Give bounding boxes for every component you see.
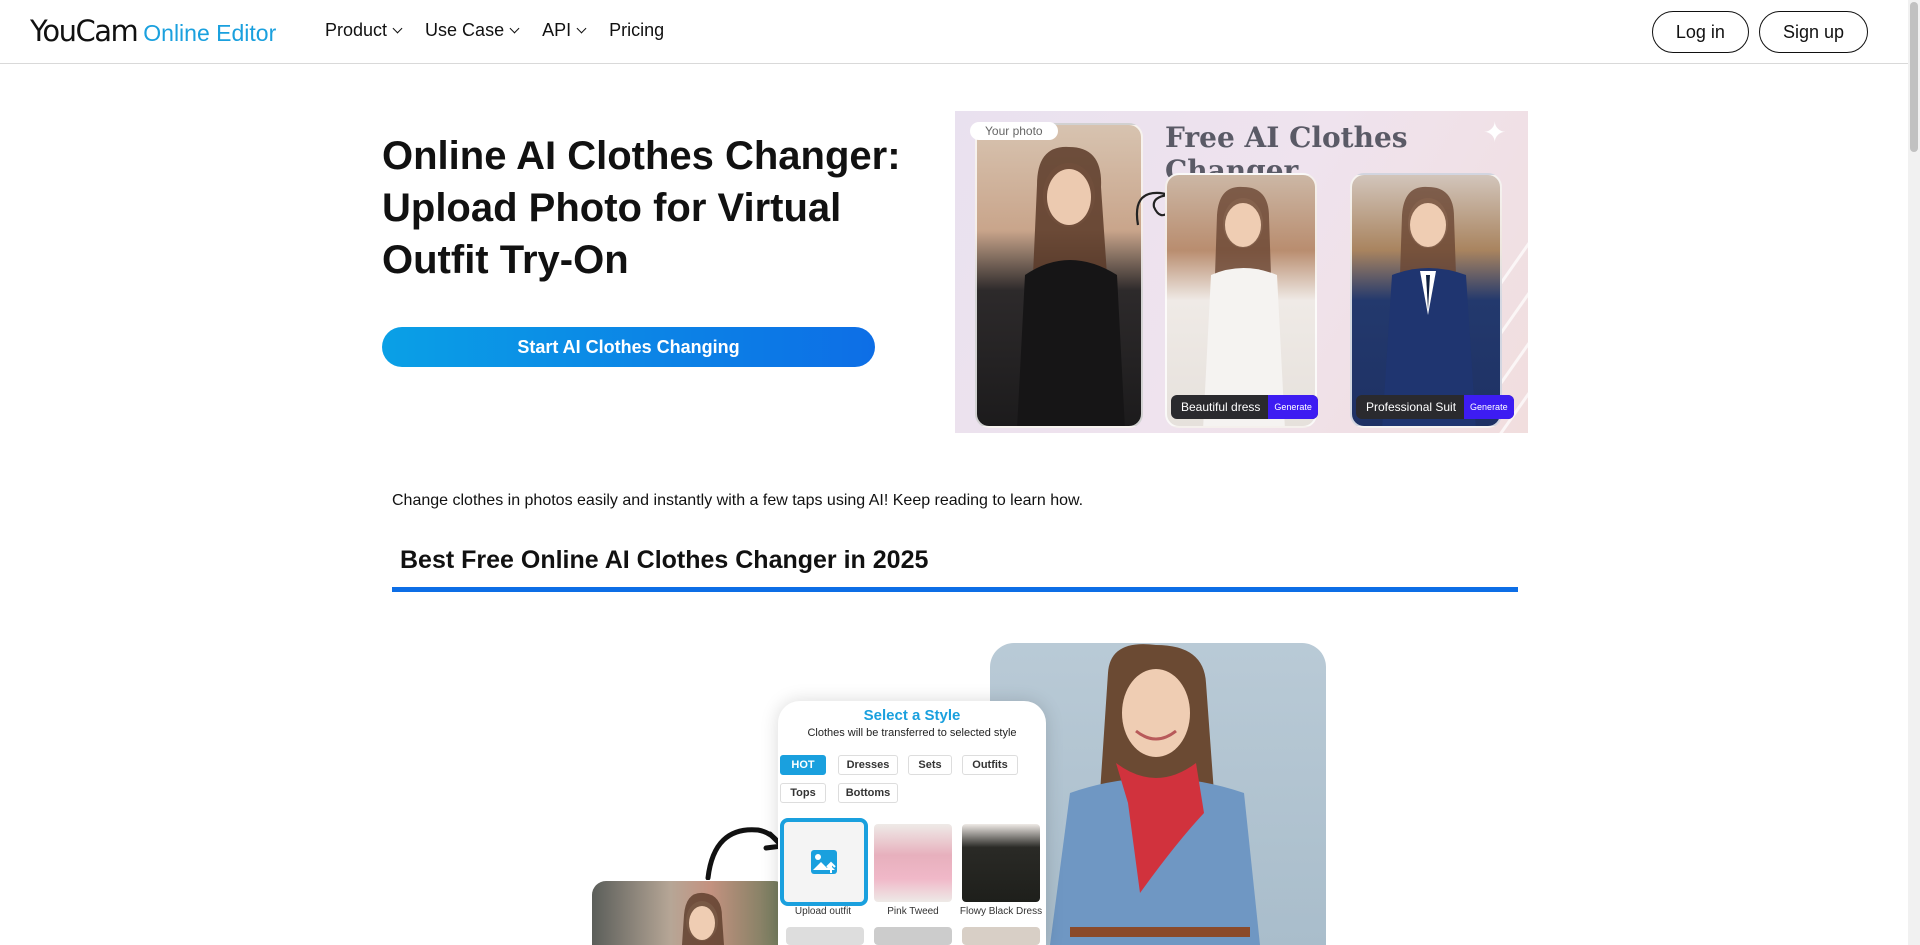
outfit-tile [962, 927, 1040, 945]
signup-button[interactable]: Sign up [1758, 11, 1868, 53]
pink-tweed-caption: Pink Tweed [887, 906, 939, 917]
curved-arrow-icon [705, 827, 785, 880]
upload-outfit-caption: Upload outfit [794, 906, 852, 917]
outfit-tile [874, 927, 952, 945]
category-chip-sets: Sets [908, 755, 952, 775]
nav-product[interactable]: Product [325, 20, 403, 41]
generate-suit-button: Generate [1464, 395, 1514, 419]
site-logo[interactable]: YouCam Online Editor [30, 14, 276, 48]
image-upload-icon [811, 850, 837, 874]
scrollbar-thumb[interactable] [1910, 2, 1918, 152]
upload-outfit-tile [780, 818, 868, 906]
section-underline [392, 587, 1518, 592]
chevron-down-icon [576, 23, 587, 34]
category-chip-dresses: Dresses [838, 755, 898, 775]
site-header: YouCam Online Editor Product Use Case AP… [0, 0, 1908, 64]
style-selector-panel: Select a Style Clothes will be transferr… [778, 701, 1046, 945]
hero-banner-image: Free AI Clothes Changer ✦ Your photo Bea… [955, 111, 1528, 433]
chevron-down-icon [392, 23, 403, 34]
result-suit-label: Professional Suit Generate [1356, 395, 1514, 419]
nav-pricing-label: Pricing [609, 20, 665, 40]
nav-pricing[interactable]: Pricing [609, 20, 664, 41]
auth-buttons: Log in Sign up [1651, 11, 1868, 53]
nav-use-case[interactable]: Use Case [425, 20, 520, 41]
chevron-down-icon [509, 23, 520, 34]
section-title: Best Free Online AI Clothes Changer in 2… [400, 546, 929, 574]
original-photo [975, 123, 1143, 428]
category-chip-outfits: Outfits [962, 755, 1018, 775]
logo-wordmark: YouCam [30, 14, 139, 48]
logo-subtitle: Online Editor [143, 20, 277, 46]
result-dress-name: Beautiful dress [1181, 400, 1261, 414]
style-selector-subtitle: Clothes will be transferred to selected … [807, 727, 1017, 739]
category-chip-tops: Tops [780, 783, 826, 803]
nav-api-label: API [542, 20, 572, 40]
sparkle-icon: ✦ [1483, 117, 1507, 148]
page-scrollbar[interactable] [1908, 0, 1920, 945]
woman-figure-icon [1017, 146, 1125, 426]
hero-title: Online AI Clothes Changer: Upload Photo … [382, 134, 901, 282]
outfit-tile [786, 927, 864, 945]
generate-dress-button: Generate [1268, 395, 1318, 419]
nav-api[interactable]: API [542, 20, 587, 41]
nav-product-label: Product [325, 20, 388, 40]
pink-tweed-tile [874, 824, 952, 902]
nav-use-case-label: Use Case [425, 20, 505, 40]
source-woman-photo [592, 881, 788, 945]
result-suit-name: Professional Suit [1366, 400, 1457, 414]
your-photo-tag: Your photo [970, 122, 1058, 140]
category-chip-bottoms: Bottoms [838, 783, 898, 803]
category-chip-hot: HOT [780, 755, 826, 775]
intro-text: Change clothes in photos easily and inst… [392, 492, 1084, 509]
result-dress-photo [1165, 173, 1317, 428]
result-dress-label: Beautiful dress Generate [1171, 395, 1318, 419]
flowy-black-dress-tile [962, 824, 1040, 902]
style-selector-title: Select a Style [863, 707, 961, 724]
main-nav: Product Use Case API Pricing [325, 20, 664, 41]
login-button[interactable]: Log in [1651, 11, 1749, 53]
flowy-black-dress-caption: Flowy Black Dress [959, 906, 1043, 917]
result-suit-photo [1350, 173, 1502, 428]
start-clothes-changing-button[interactable]: Start AI Clothes Changing [382, 327, 875, 367]
